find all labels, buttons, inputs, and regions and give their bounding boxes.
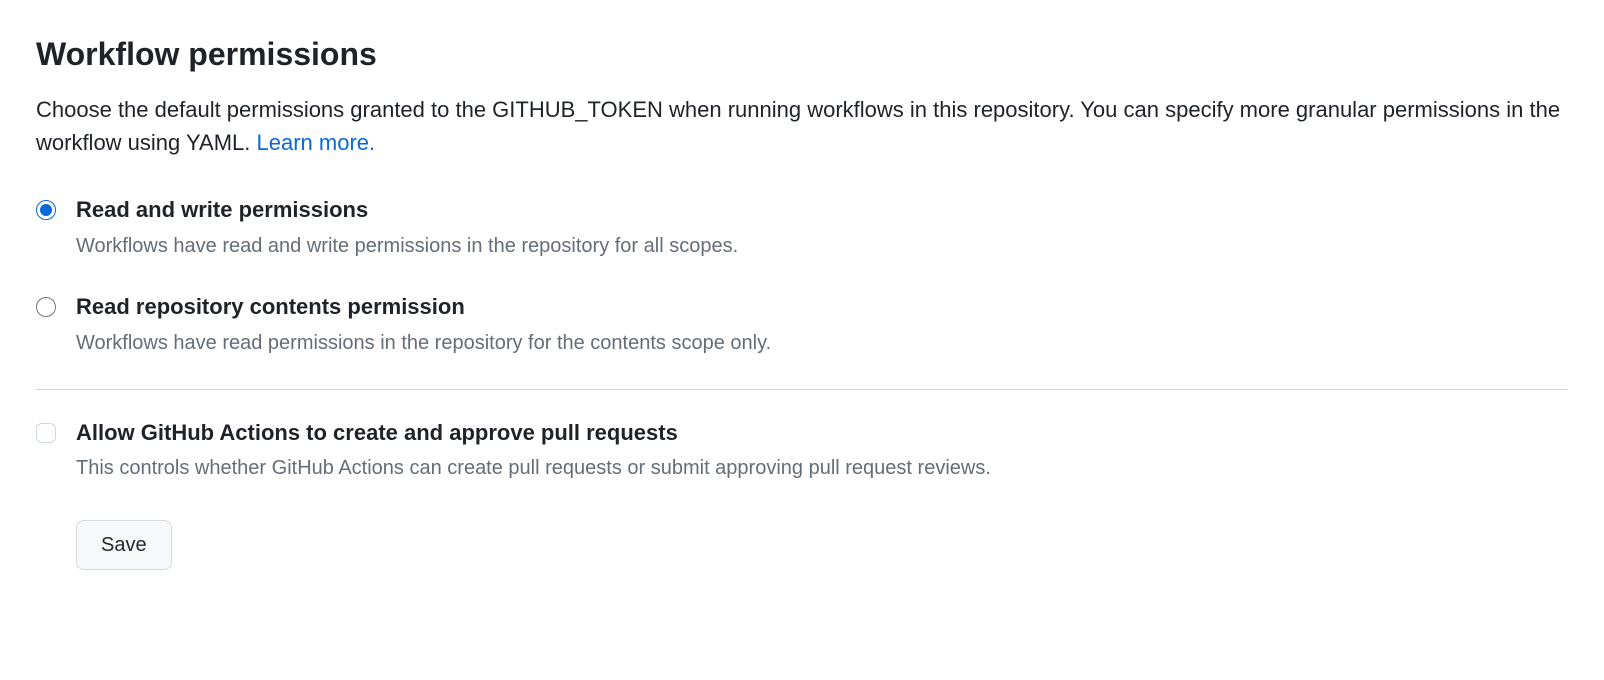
section-description: Choose the default permissions granted t…	[36, 93, 1568, 159]
option-description: Workflows have read permissions in the r…	[76, 329, 1568, 357]
learn-more-link[interactable]: Learn more.	[257, 130, 376, 155]
option-body: Read repository contents permission Work…	[76, 292, 1568, 357]
option-title: Read repository contents permission	[76, 292, 1568, 323]
permission-option-read-write[interactable]: Read and write permissions Workflows hav…	[36, 195, 1568, 260]
option-body: Read and write permissions Workflows hav…	[76, 195, 1568, 260]
section-title: Workflow permissions	[36, 36, 1568, 73]
option-body: Allow GitHub Actions to create and appro…	[76, 418, 1568, 483]
option-title: Read and write permissions	[76, 195, 1568, 226]
checkbox-allow-pr[interactable]	[36, 423, 56, 443]
button-row: Save	[36, 520, 1568, 570]
option-description: Workflows have read and write permission…	[76, 232, 1568, 260]
option-description: This controls whether GitHub Actions can…	[76, 454, 1568, 482]
permission-option-read-only[interactable]: Read repository contents permission Work…	[36, 292, 1568, 357]
divider	[36, 389, 1568, 390]
save-button[interactable]: Save	[76, 520, 172, 570]
radio-read-write[interactable]	[36, 200, 56, 220]
radio-read-only[interactable]	[36, 297, 56, 317]
option-title: Allow GitHub Actions to create and appro…	[76, 418, 1568, 449]
allow-pr-option[interactable]: Allow GitHub Actions to create and appro…	[36, 418, 1568, 483]
